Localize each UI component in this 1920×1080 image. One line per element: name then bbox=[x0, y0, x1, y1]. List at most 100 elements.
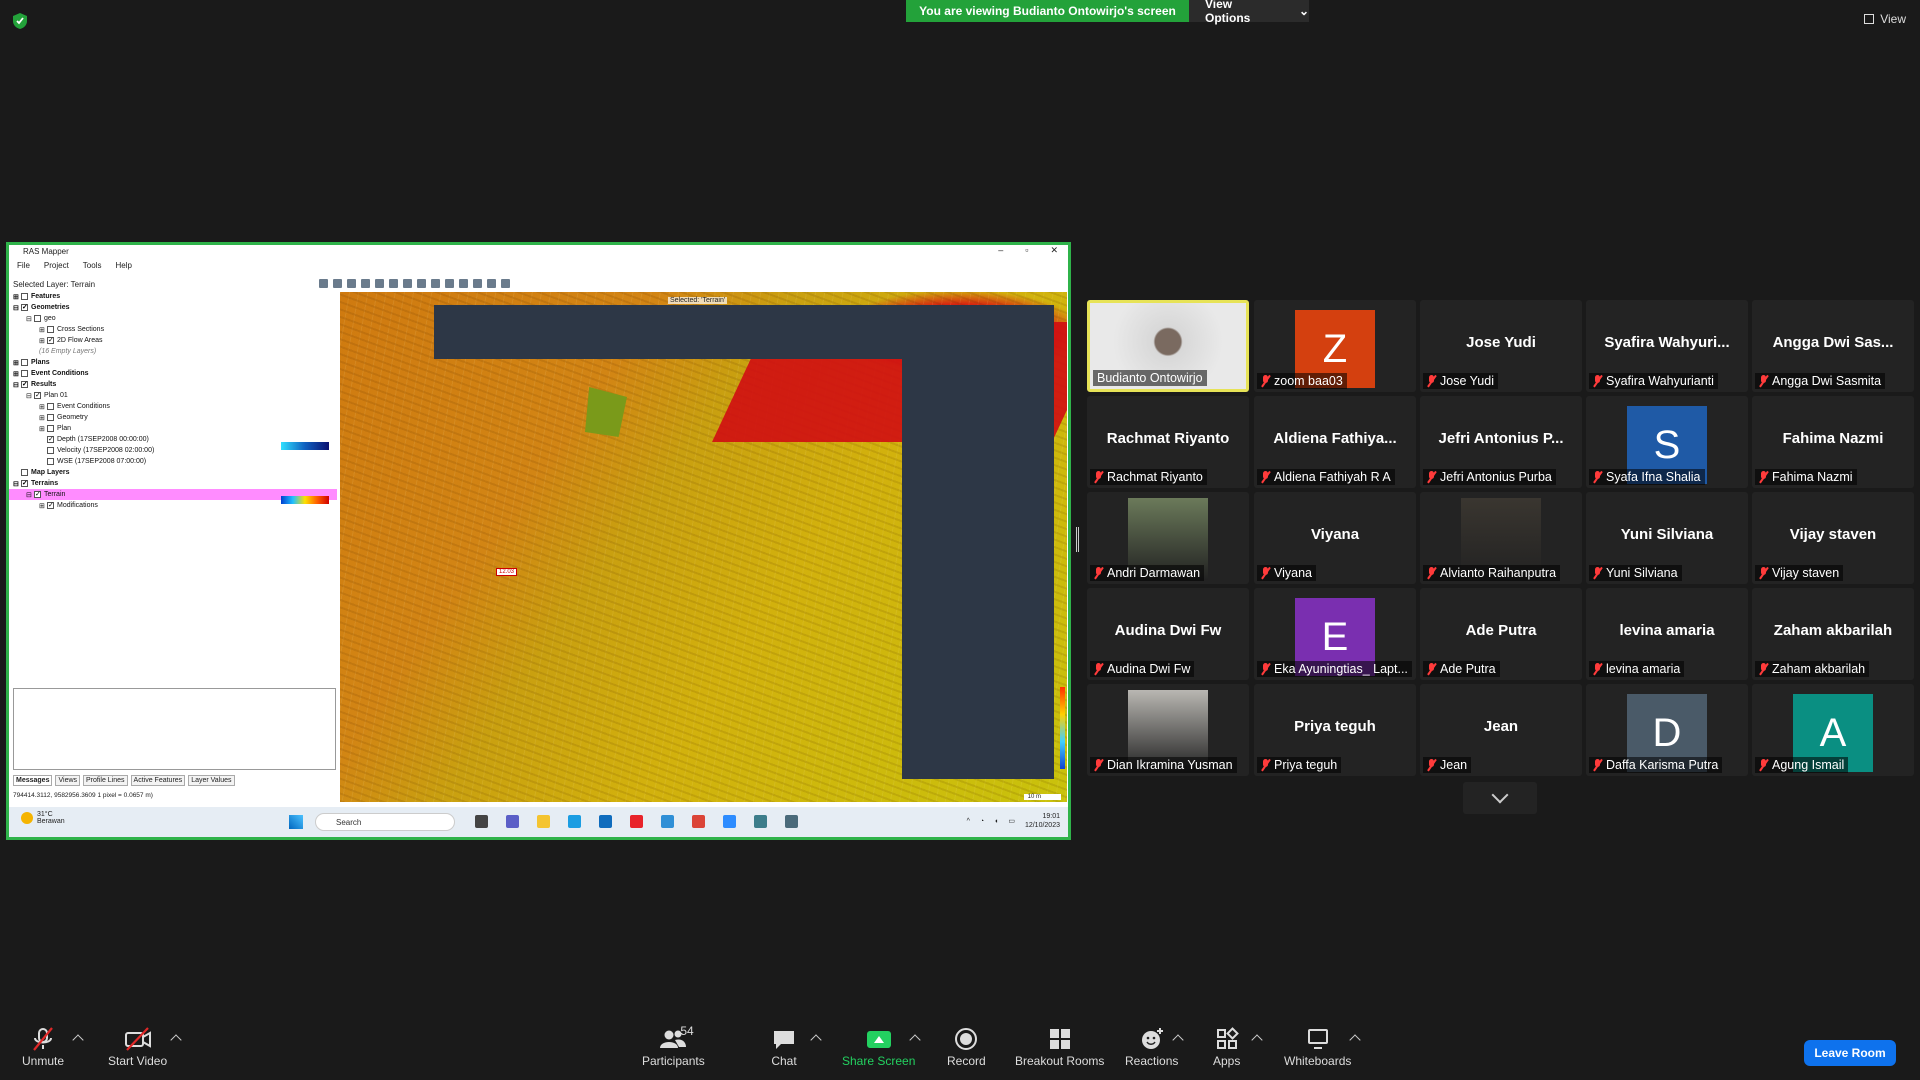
tree-expander-icon[interactable]: ⊞ bbox=[39, 403, 47, 411]
layer-tree-item[interactable]: ⊟ Geometries bbox=[9, 302, 337, 313]
layer-checkbox[interactable] bbox=[21, 293, 28, 300]
video-options-caret[interactable] bbox=[170, 1034, 182, 1046]
maximize-icon[interactable]: ▫ bbox=[1025, 245, 1028, 256]
layer-checkbox[interactable] bbox=[21, 359, 28, 366]
tab-messages[interactable]: Messages bbox=[13, 775, 53, 786]
participant-tile[interactable]: A Agung Ismail bbox=[1752, 684, 1914, 776]
volume-icon[interactable]: ◖ bbox=[994, 818, 998, 825]
chrome-icon[interactable] bbox=[692, 815, 705, 828]
layer-tree-item[interactable]: ⊟ geo bbox=[9, 313, 337, 324]
battery-icon[interactable]: ▭ bbox=[1008, 817, 1015, 825]
app-red-icon[interactable] bbox=[630, 815, 643, 828]
layer-checkbox[interactable] bbox=[47, 447, 54, 454]
hecras-icon[interactable] bbox=[754, 815, 767, 828]
layer-checkbox[interactable] bbox=[47, 425, 54, 432]
weather-widget[interactable]: 31°C Berawan bbox=[21, 811, 65, 825]
participant-tile[interactable]: E Eka Ayuningtias_ Lapt... bbox=[1254, 588, 1416, 680]
layer-checkbox[interactable] bbox=[34, 491, 41, 498]
apps-button[interactable]: Apps bbox=[1213, 1026, 1240, 1068]
app-blue-icon[interactable] bbox=[661, 815, 674, 828]
globe-icon[interactable] bbox=[347, 279, 356, 288]
whiteboards-button[interactable]: Whiteboards bbox=[1284, 1026, 1351, 1068]
unmute-button[interactable]: Unmute bbox=[22, 1026, 64, 1068]
participant-tile[interactable]: Budianto Ontowirjo bbox=[1087, 300, 1249, 392]
record-button[interactable]: Record bbox=[947, 1026, 986, 1068]
tree-expander-icon[interactable]: ⊟ bbox=[26, 392, 34, 400]
layer-tree-item[interactable]: ⊟ Plan 01 bbox=[9, 390, 337, 401]
close-icon[interactable]: ✕ bbox=[1050, 245, 1058, 256]
view-options-button[interactable]: View Options ⌄ bbox=[1189, 0, 1309, 25]
participant-tile[interactable]: Vijay staven Vijay staven bbox=[1752, 492, 1914, 584]
layer-checkbox[interactable] bbox=[21, 469, 28, 476]
layer-tree-item[interactable]: ⊞ Event Conditions bbox=[9, 368, 337, 379]
taskbar-search[interactable]: Search bbox=[315, 813, 455, 831]
panel-splitter[interactable] bbox=[1076, 527, 1079, 552]
menu-tools[interactable]: Tools bbox=[83, 261, 102, 270]
tree-expander-icon[interactable]: ⊞ bbox=[39, 425, 47, 433]
layer-checkbox[interactable] bbox=[47, 502, 54, 509]
layer-checkbox[interactable] bbox=[21, 370, 28, 377]
layer-checkbox[interactable] bbox=[47, 458, 54, 465]
participant-tile[interactable]: S Syafa Ifna Shalia bbox=[1586, 396, 1748, 488]
layer-checkbox[interactable] bbox=[47, 337, 54, 344]
ras-mapper-icon[interactable] bbox=[785, 815, 798, 828]
tree-expander-icon[interactable]: ⊞ bbox=[13, 359, 21, 367]
minimize-icon[interactable]: – bbox=[998, 245, 1003, 256]
participant-tile[interactable]: Syafira Wahyuri... Syafira Wahyurianti bbox=[1586, 300, 1748, 392]
layer-checkbox[interactable] bbox=[21, 480, 28, 487]
participant-tile[interactable]: Audina Dwi Fw Audina Dwi Fw bbox=[1087, 588, 1249, 680]
tree-expander-icon[interactable]: ⊞ bbox=[39, 502, 47, 510]
menu-project[interactable]: Project bbox=[44, 261, 69, 270]
layer-tree-item[interactable]: Map Layers bbox=[9, 467, 337, 478]
tree-expander-icon[interactable]: ⊞ bbox=[39, 326, 47, 334]
apps-options-caret[interactable] bbox=[1251, 1034, 1263, 1046]
tree-expander-icon[interactable]: ⊟ bbox=[13, 304, 21, 312]
start-video-button[interactable]: Start Video bbox=[108, 1026, 167, 1068]
layer-tree-item[interactable]: ⊞ Plan bbox=[9, 423, 337, 434]
zoom-icon[interactable] bbox=[723, 815, 736, 828]
participant-tile[interactable]: Zzoom baa03 bbox=[1254, 300, 1416, 392]
layer-tree-item[interactable]: WSE (17SEP2008 07:00:00) bbox=[9, 456, 337, 467]
audio-options-caret[interactable] bbox=[72, 1034, 84, 1046]
participant-tile[interactable]: Ade Putra Ade Putra bbox=[1420, 588, 1582, 680]
zoom-out-icon[interactable] bbox=[375, 279, 384, 288]
wifi-icon[interactable]: ◔ bbox=[980, 818, 984, 825]
terrain-map[interactable]: Selected: 'Terrain' 12.03 10 m bbox=[340, 292, 1067, 802]
layers-icon[interactable] bbox=[445, 279, 454, 288]
layer-checkbox[interactable] bbox=[47, 414, 54, 421]
participant-tile[interactable]: Alvianto Raihanputra bbox=[1420, 492, 1582, 584]
tab-profile-lines[interactable]: Profile Lines bbox=[83, 775, 128, 786]
participant-tile[interactable]: D Daffa Karisma Putra bbox=[1586, 684, 1748, 776]
image-icon[interactable] bbox=[487, 279, 496, 288]
forward-arrow-icon[interactable] bbox=[417, 279, 426, 288]
tree-expander-icon[interactable]: ⊞ bbox=[39, 337, 47, 345]
layer-checkbox[interactable] bbox=[47, 326, 54, 333]
tab-active-features[interactable]: Active Features bbox=[130, 775, 186, 786]
tree-expander-icon[interactable]: ⊞ bbox=[13, 370, 21, 378]
layer-tree-item[interactable]: ⊞ Plans bbox=[9, 357, 337, 368]
layer-tree-item[interactable]: ⊞ 2D Flow Areas bbox=[9, 335, 337, 346]
participant-tile[interactable]: Jean Jean bbox=[1420, 684, 1582, 776]
layer-tree-item[interactable]: (16 Empty Layers) bbox=[9, 346, 337, 357]
layer-tree-item[interactable]: ⊟ Results bbox=[9, 379, 337, 390]
pan-tool-icon[interactable] bbox=[333, 279, 342, 288]
layer-tree-item[interactable]: ⊞ Geometry bbox=[9, 412, 337, 423]
web-imagery-icon[interactable] bbox=[501, 279, 510, 288]
participant-tile[interactable]: Zaham akbarilah Zaham akbarilah bbox=[1752, 588, 1914, 680]
menu-file[interactable]: File bbox=[17, 261, 30, 270]
participant-tile[interactable]: Jose Yudi Jose Yudi bbox=[1420, 300, 1582, 392]
layer-checkbox[interactable] bbox=[34, 392, 41, 399]
zoom-in-icon[interactable] bbox=[361, 279, 370, 288]
full-extent-icon[interactable] bbox=[389, 279, 398, 288]
view-button[interactable]: View bbox=[1864, 12, 1906, 26]
messages-panel[interactable] bbox=[13, 688, 336, 770]
participant-tile[interactable]: Rachmat Riyanto Rachmat Riyanto bbox=[1087, 396, 1249, 488]
back-arrow-icon[interactable] bbox=[403, 279, 412, 288]
store-icon[interactable] bbox=[599, 815, 612, 828]
tree-expander-icon[interactable]: ⊟ bbox=[26, 315, 34, 323]
tree-expander-icon[interactable]: ⊞ bbox=[13, 293, 21, 301]
participant-tile[interactable]: Jefri Antonius P... Jefri Antonius Purba bbox=[1420, 396, 1582, 488]
layer-checkbox[interactable] bbox=[34, 315, 41, 322]
leave-room-button[interactable]: Leave Room bbox=[1804, 1040, 1896, 1066]
file-explorer-icon[interactable] bbox=[537, 815, 550, 828]
